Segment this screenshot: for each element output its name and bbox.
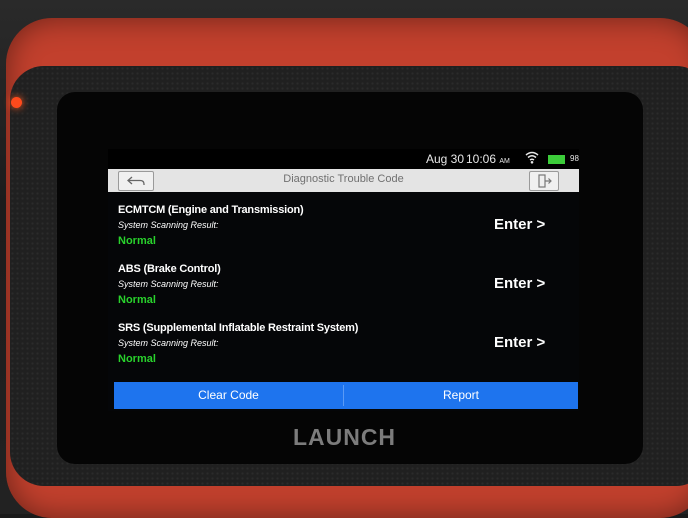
battery-icon xyxy=(548,155,565,164)
battery-percentage: 98% xyxy=(570,154,579,163)
scan-result-status: Normal xyxy=(118,235,156,247)
wifi-icon xyxy=(525,151,539,164)
status-date: Aug 30 xyxy=(426,152,465,166)
exit-button[interactable] xyxy=(529,171,559,191)
enter-button-abs[interactable]: Enter > xyxy=(494,275,545,292)
system-item-srs: SRS (Supplemental Inflatable Restraint S… xyxy=(108,322,579,380)
report-button[interactable]: Report xyxy=(344,382,578,409)
page-title: Diagnostic Trouble Code xyxy=(283,173,404,185)
title-bar: Diagnostic Trouble Code xyxy=(108,169,579,192)
system-item-ecmtcm: ECMTCM (Engine and Transmission) System … xyxy=(108,204,579,262)
system-name: ECMTCM (Engine and Transmission) xyxy=(118,204,304,216)
status-clock: 10:06 AM xyxy=(466,152,510,166)
clear-code-button[interactable]: Clear Code xyxy=(114,382,343,409)
brand-logo: LAUNCH xyxy=(292,424,397,450)
system-name: ABS (Brake Control) xyxy=(118,263,221,275)
action-button-bar: Clear Code Report xyxy=(114,382,578,409)
status-ampm: AM xyxy=(499,158,510,165)
scan-result-status: Normal xyxy=(118,294,156,306)
enter-button-ecmtcm[interactable]: Enter > xyxy=(494,216,545,233)
scan-result-caption: System Scanning Result: xyxy=(118,338,219,348)
scan-result-caption: System Scanning Result: xyxy=(118,220,219,230)
status-time: 10:06 xyxy=(466,152,497,166)
status-bar: Aug 30 10:06 AM 98% xyxy=(108,149,579,169)
scan-result-status: Normal xyxy=(118,353,156,365)
scan-result-caption: System Scanning Result: xyxy=(118,279,219,289)
exit-icon xyxy=(538,174,552,188)
system-name: SRS (Supplemental Inflatable Restraint S… xyxy=(118,322,359,334)
device-screen: Aug 30 10:06 AM 98% Diagnostic Trouble C… xyxy=(108,149,579,411)
power-led-indicator xyxy=(11,97,22,108)
enter-button-srs[interactable]: Enter > xyxy=(494,334,545,351)
system-item-abs: ABS (Brake Control) System Scanning Resu… xyxy=(108,263,579,321)
